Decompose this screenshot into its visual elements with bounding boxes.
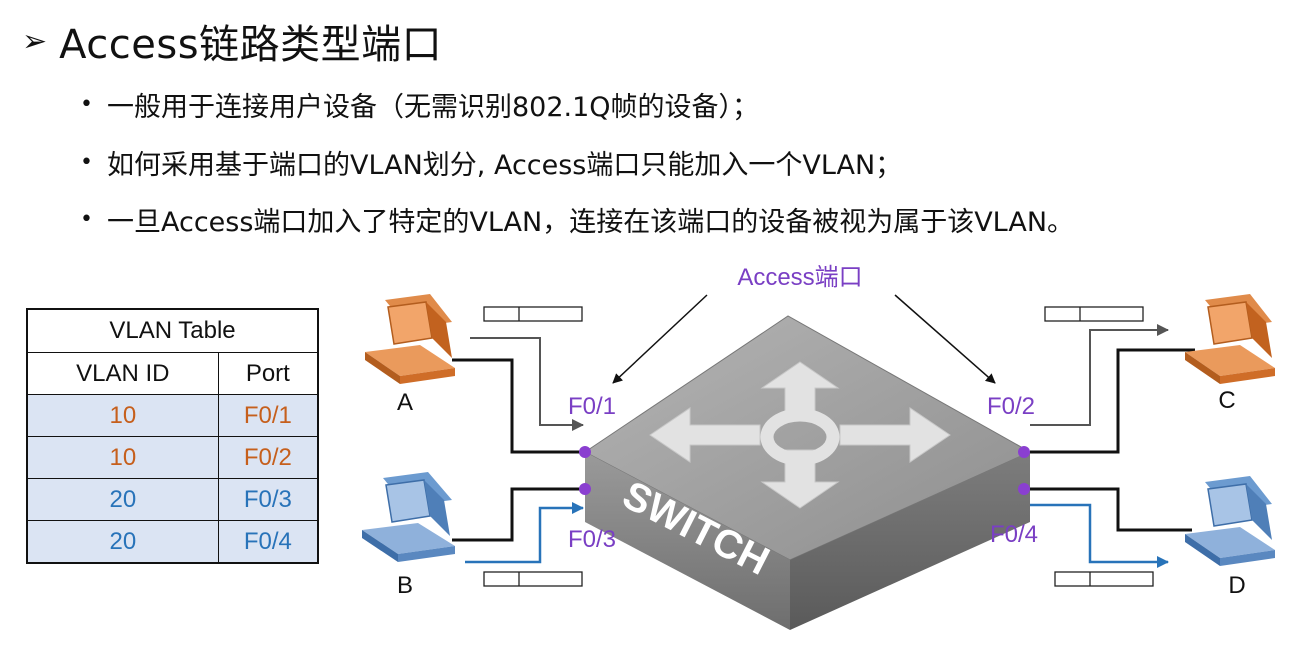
port-label-f03: F0/3: [568, 526, 616, 553]
link-a: [452, 358, 585, 454]
computer-icon-d: [1185, 476, 1275, 566]
host-label-c: C: [1218, 387, 1235, 414]
port-dot-f03: [579, 483, 591, 495]
flow-arrow-a: [470, 337, 584, 431]
port-label-f02: F0/2: [987, 393, 1035, 420]
network-diagram: Access端口 SWITCH F0/1 F0/2 F0/3 F0/4 A B …: [362, 264, 1275, 630]
port-dot-f04: [1018, 483, 1030, 495]
link-c: [1030, 348, 1195, 454]
link-b: [452, 487, 585, 542]
port-dot-f02: [1018, 446, 1030, 458]
computer-icon-a: [365, 294, 455, 384]
frame-box: [483, 571, 583, 587]
host-label-b: B: [397, 572, 413, 599]
flow-arrow-c: [1030, 324, 1169, 426]
access-pointer-right: [894, 294, 996, 384]
frame-box: [483, 306, 583, 322]
host-label-a: A: [397, 389, 413, 416]
flow-arrow-b: [465, 502, 584, 564]
port-label-f04: F0/4: [990, 521, 1038, 548]
port-label-f01: F0/1: [568, 393, 616, 420]
computer-icon-c: [1185, 294, 1275, 384]
host-label-d: D: [1228, 572, 1245, 599]
switch-icon: SWITCH: [584, 315, 1032, 630]
frame-box: [1044, 306, 1144, 322]
port-dot-f01: [579, 446, 591, 458]
link-d: [1030, 487, 1192, 532]
computer-icon-b: [362, 472, 455, 562]
access-pointer-left: [612, 294, 708, 384]
frame-box: [1054, 571, 1154, 587]
access-port-label: Access端口: [737, 264, 862, 291]
flow-arrow-d: [1030, 503, 1169, 568]
